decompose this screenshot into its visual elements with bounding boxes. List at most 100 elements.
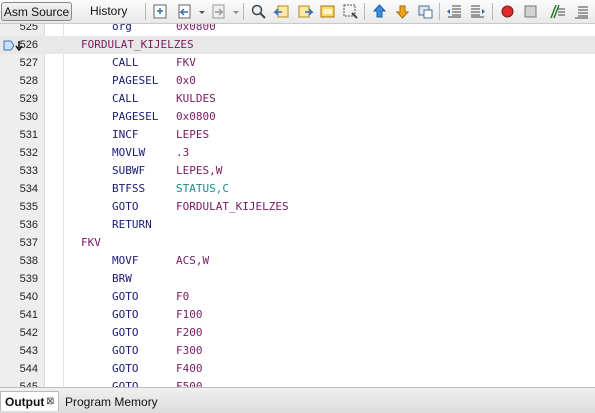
- previous-bookmark-icon[interactable]: [371, 3, 388, 20]
- line-number: 536: [19, 219, 38, 231]
- find-next-icon[interactable]: [297, 3, 314, 20]
- code-operand: STATUS,C: [176, 182, 229, 195]
- code-operand: F400: [176, 362, 203, 375]
- code-line[interactable]: 542 GOTO F200: [0, 324, 595, 342]
- code-line[interactable]: 531 INCF LEPES: [0, 126, 595, 144]
- line-number: 544: [19, 363, 38, 375]
- toggle-bookmark-icon[interactable]: [417, 3, 434, 20]
- find-selection-icon[interactable]: [319, 3, 336, 20]
- code-text: MOVLW .3: [81, 144, 189, 162]
- line-number: 537: [19, 237, 38, 249]
- code-line[interactable]: 543 GOTO F300: [0, 342, 595, 360]
- code-line[interactable]: 526 FORDULAT_KIJELZES: [0, 36, 595, 54]
- code-text: FKV: [81, 234, 101, 252]
- close-icon[interactable]: ⊠: [46, 392, 54, 412]
- code-line[interactable]: 535 GOTO FORDULAT_KIJELZES: [0, 198, 595, 216]
- back-icon[interactable]: [176, 3, 193, 20]
- code-operand: F200: [176, 326, 203, 339]
- line-number: 539: [19, 273, 38, 285]
- code-instruction: RETURN: [112, 218, 152, 231]
- back-dropdown-icon[interactable]: [194, 3, 205, 20]
- code-operand: F100: [176, 308, 203, 321]
- shift-left-icon[interactable]: [446, 3, 463, 20]
- code-operand: F300: [176, 344, 203, 357]
- tab-output[interactable]: Output ⊠: [0, 391, 59, 411]
- tab-asm-source[interactable]: Asm Source: [1, 2, 72, 21]
- code-line[interactable]: 528 PAGESEL 0x0: [0, 72, 595, 90]
- toolbar-separator: [145, 3, 146, 20]
- code-text: CALL KULDES: [81, 90, 216, 108]
- code-text: FORDULAT_KIJELZES: [81, 36, 194, 54]
- code-line[interactable]: 540 GOTO F0: [0, 288, 595, 306]
- code-operand: F500: [176, 380, 203, 387]
- code-line[interactable]: 527 CALL FKV: [0, 54, 595, 72]
- code-operand: F0: [176, 290, 190, 303]
- code-line[interactable]: 536 RETURN: [0, 216, 595, 234]
- code-instruction: CALL: [112, 56, 139, 69]
- code-line[interactable]: 541 GOTO F100: [0, 306, 595, 324]
- code-instruction: GOTO: [112, 290, 139, 303]
- code-operand: ACS,W: [176, 254, 210, 267]
- line-number: 528: [19, 75, 38, 87]
- find-previous-icon[interactable]: [273, 3, 290, 20]
- code-instruction: MOVF: [112, 254, 139, 267]
- code-instruction: INCF: [112, 128, 139, 141]
- current-line-marker-icon: [3, 40, 23, 51]
- code-text: GOTO F500: [81, 378, 203, 387]
- toolbar-separator: [243, 3, 244, 20]
- code-text: BRW: [81, 270, 176, 288]
- code-line[interactable]: 545 GOTO F500: [0, 378, 595, 387]
- line-number: 543: [19, 345, 38, 357]
- code-instruction: org: [112, 24, 132, 33]
- code-instruction: BRW: [112, 272, 132, 285]
- line-number: 527: [19, 57, 38, 69]
- code-editor[interactable]: 525 org 0x0800 526 FORDULAT_KIJELZES 527 CALL F…: [0, 24, 595, 387]
- code-operand: LEPES,W: [176, 164, 223, 177]
- code-line[interactable]: 544 GOTO F400: [0, 360, 595, 378]
- code-instruction: GOTO: [112, 380, 139, 387]
- code-line[interactable]: 538 MOVF ACS,W: [0, 252, 595, 270]
- line-number: 540: [19, 291, 38, 303]
- line-number: 541: [19, 309, 38, 321]
- line-number: 529: [19, 93, 38, 105]
- code-line[interactable]: 525 org 0x0800: [0, 24, 595, 36]
- forward-dropdown-icon[interactable]: [228, 3, 239, 20]
- code-instruction: GOTO: [112, 326, 139, 339]
- code-line[interactable]: 539 BRW: [0, 270, 595, 288]
- find-icon[interactable]: [250, 3, 267, 20]
- forward-icon[interactable]: [210, 3, 227, 20]
- toggle-highlight-icon[interactable]: [342, 3, 359, 20]
- code-instruction: MOVLW: [112, 146, 146, 159]
- next-bookmark-icon[interactable]: [394, 3, 411, 20]
- code-text: org 0x0800: [81, 24, 216, 36]
- code-operand: KULDES: [176, 92, 216, 105]
- toolbar-separator: [492, 3, 493, 20]
- code-line[interactable]: 533 SUBWF LEPES,W: [0, 162, 595, 180]
- tab-output-label: Output: [5, 395, 45, 409]
- code-text: GOTO F400: [81, 360, 203, 378]
- uncomment-icon[interactable]: [572, 3, 589, 20]
- tab-program-memory[interactable]: Program Memory: [65, 392, 158, 412]
- code-operand: .3: [176, 146, 190, 159]
- go-to-source-icon[interactable]: [152, 3, 169, 20]
- code-line[interactable]: 530 PAGESEL 0x0800: [0, 108, 595, 126]
- line-number: 530: [19, 111, 38, 123]
- code-instruction: GOTO: [112, 308, 139, 321]
- start-macro-icon[interactable]: [499, 3, 516, 20]
- code-instruction: GOTO: [112, 200, 139, 213]
- shift-right-icon[interactable]: [469, 3, 486, 20]
- tab-history[interactable]: History: [84, 2, 133, 21]
- toolbar-separator: [439, 3, 440, 20]
- code-text: PAGESEL 0x0: [81, 72, 196, 90]
- code-operand: FORDULAT_KIJELZES: [176, 200, 289, 213]
- code-text: GOTO FORDULAT_KIJELZES: [81, 198, 289, 216]
- code-text: GOTO F200: [81, 324, 203, 342]
- code-instruction: BTFSS: [112, 182, 146, 195]
- code-line[interactable]: 529 CALL KULDES: [0, 90, 595, 108]
- comment-icon[interactable]: [549, 3, 566, 20]
- code-line[interactable]: 537 FKV: [0, 234, 595, 252]
- code-line[interactable]: 534 BTFSS STATUS,C: [0, 180, 595, 198]
- code-lines: 525 org 0x0800 526 FORDULAT_KIJELZES 527 CALL F…: [0, 24, 595, 387]
- code-line[interactable]: 532 MOVLW .3: [0, 144, 595, 162]
- stop-macro-icon[interactable]: [522, 3, 539, 20]
